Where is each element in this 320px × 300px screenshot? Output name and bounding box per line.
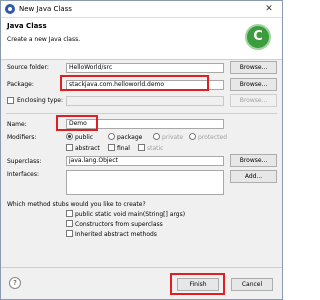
- modifier-public-radio[interactable]: [66, 133, 73, 140]
- modifier-public-label: public: [75, 134, 94, 141]
- modifiers-label: Modifiers:: [7, 134, 37, 141]
- name-label: Name:: [7, 121, 27, 128]
- superclass-label: Superclass:: [7, 158, 42, 165]
- package-highlight-box: [60, 75, 209, 91]
- wizard-title: Java Class: [7, 22, 47, 30]
- window-title: New Java Class: [19, 5, 72, 13]
- superclass-input[interactable]: java.lang.Object: [66, 156, 224, 166]
- modifier-private-radio[interactable]: [153, 133, 160, 140]
- stub-constructors-checkbox[interactable]: [66, 220, 73, 227]
- wizard-description: Create a new Java class.: [7, 36, 81, 43]
- stub-main-checkbox[interactable]: [66, 210, 73, 217]
- modifier-package-radio[interactable]: [108, 133, 115, 140]
- modifier-static-checkbox[interactable]: [138, 144, 145, 151]
- enclosing-type-browse-button[interactable]: Browse...: [230, 94, 277, 107]
- method-stubs-question: Which method stubs would you like to cre…: [7, 201, 146, 208]
- enclosing-type-input[interactable]: [66, 96, 224, 106]
- superclass-browse-button[interactable]: Browse...: [230, 154, 277, 167]
- title-bar: New Java Class ✕: [1, 1, 282, 18]
- modifier-final-checkbox[interactable]: [108, 144, 115, 151]
- modifier-package-label: package: [117, 134, 143, 141]
- source-folder-input[interactable]: HelloWorld/src: [66, 63, 224, 73]
- new-java-class-dialog: New Java Class ✕ Java Class Create a new…: [0, 0, 283, 300]
- eclipse-app-icon: [5, 4, 15, 14]
- interfaces-list[interactable]: [66, 170, 224, 195]
- name-highlight-box: [56, 115, 98, 131]
- modifier-private-label: private: [162, 134, 184, 141]
- add-interface-button[interactable]: Add...: [230, 170, 277, 183]
- finish-highlight-box: [170, 273, 225, 295]
- separator: [6, 113, 277, 114]
- enclosing-type-label: Enclosing type:: [17, 97, 63, 104]
- modifier-abstract-label: abstract: [75, 145, 100, 152]
- modifier-abstract-checkbox[interactable]: [66, 144, 73, 151]
- help-icon[interactable]: ?: [9, 277, 21, 289]
- modifier-static-label: static: [147, 145, 164, 152]
- interfaces-label: Interfaces:: [7, 171, 40, 178]
- modifier-protected-radio[interactable]: [189, 133, 196, 140]
- wizard-header: Java Class Create a new Java class. C: [1, 18, 282, 60]
- source-folder-browse-button[interactable]: Browse...: [230, 61, 277, 74]
- java-class-wizard-icon: C: [245, 24, 271, 50]
- cancel-button[interactable]: Cancel: [231, 278, 273, 291]
- wizard-icon-glyph: C: [253, 29, 263, 44]
- footer-separator: [1, 267, 282, 268]
- package-browse-button[interactable]: Browse...: [230, 78, 277, 91]
- package-label: Package:: [7, 81, 34, 88]
- close-icon[interactable]: ✕: [256, 1, 282, 17]
- enclosing-type-checkbox[interactable]: [7, 97, 14, 104]
- modifier-final-label: final: [117, 145, 130, 152]
- stub-main-label: public static void main(String[] args): [75, 211, 186, 218]
- modifier-protected-label: protected: [198, 134, 228, 141]
- stub-constructors-label: Constructors from superclass: [75, 221, 163, 228]
- stub-inherited-abstract-label: Inherited abstract methods: [75, 231, 157, 238]
- source-folder-label: Source folder:: [7, 64, 49, 71]
- stub-inherited-abstract-checkbox[interactable]: [66, 230, 73, 237]
